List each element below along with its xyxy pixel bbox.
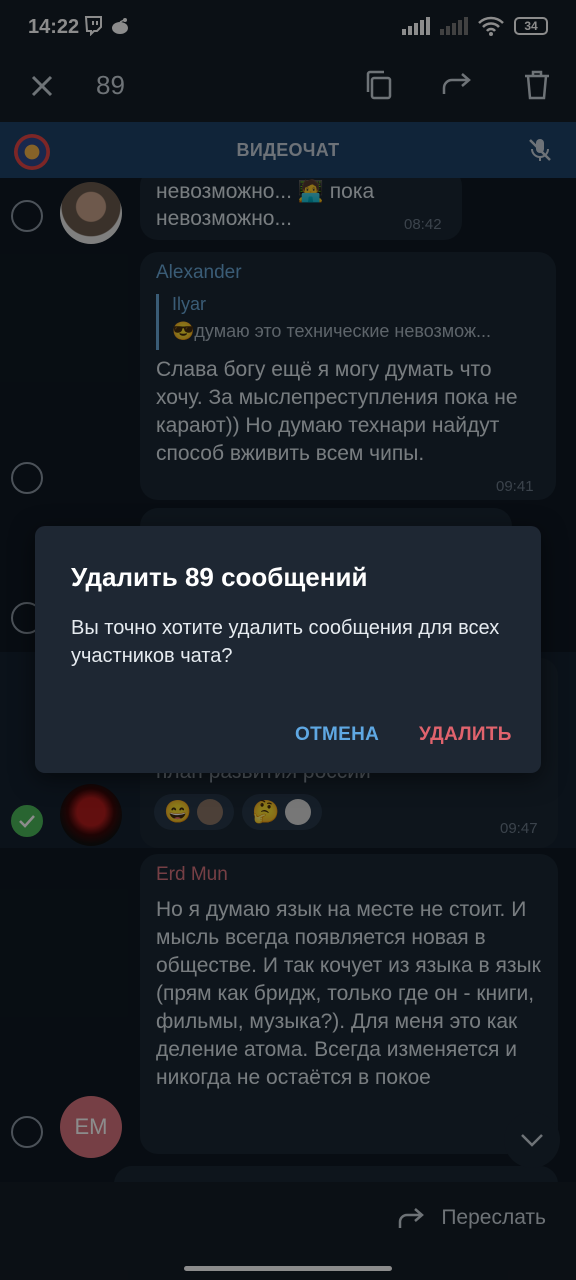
delete-confirm-dialog: Удалить 89 сообщений Вы точно хотите уда…	[35, 526, 541, 773]
delete-button[interactable]: УДАЛИТЬ	[419, 724, 512, 746]
dialog-title: Удалить 89 сообщений	[71, 562, 368, 592]
cancel-button[interactable]: ОТМЕНА	[295, 724, 379, 746]
dialog-body: Вы точно хотите удалить сообщения для вс…	[71, 617, 500, 667]
